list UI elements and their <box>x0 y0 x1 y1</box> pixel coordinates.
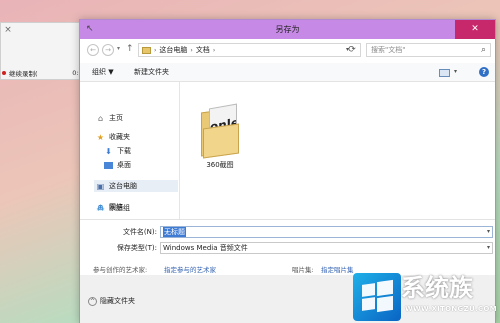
nav-item-label: 家庭组 <box>109 204 130 212</box>
list-item[interactable]: onler 360截图 <box>195 103 245 176</box>
search-icon[interactable]: ⌕ <box>481 45 486 55</box>
star-icon: ★ <box>96 132 105 142</box>
filetype-row: 保存类型(T): Windows Media 音频文件 ▾ <box>80 242 495 254</box>
filename-row: 文件名(N): 无标题 ▾ <box>80 226 495 238</box>
filename-field[interactable]: 无标题 ▾ <box>160 226 493 238</box>
help-icon[interactable]: ? <box>479 67 489 77</box>
site-watermark: 系统族 WWW.XITONGZU.COM <box>353 273 500 323</box>
organize-menu[interactable]: 组织 ▼ <box>92 63 114 82</box>
breadcrumb-this-pc[interactable]: 这台电脑 <box>159 45 187 55</box>
search-placeholder: 搜索"文档" <box>371 46 406 54</box>
up-button[interactable]: ↑ <box>126 44 134 54</box>
album-link[interactable]: 指定唱片集 <box>321 264 354 274</box>
record-dot-icon <box>2 71 6 75</box>
nav-item-label: 这台电脑 <box>109 182 137 190</box>
chevron-up-icon: ^ <box>88 296 97 306</box>
nav-item-this-pc[interactable]: ▣ 这台电脑 <box>94 180 178 192</box>
chevron-right-icon: › <box>154 46 157 54</box>
dialog-title: 另存为 <box>275 25 300 34</box>
nav-item-home[interactable]: ⌂ 主页 <box>96 112 123 124</box>
nav-item-label: 下载 <box>117 147 131 155</box>
filetype-label: 保存类型(T): <box>116 244 157 252</box>
back-button[interactable]: ← <box>87 44 99 56</box>
computer-icon: ▣ <box>96 181 105 191</box>
album-label: 唱片集: <box>292 266 314 274</box>
continue-recording-label: 继续录制( <box>9 70 38 78</box>
home-icon: ⌂ <box>97 113 104 123</box>
desktop-icon <box>104 161 113 169</box>
artist-link[interactable]: 指定参与的艺术家 <box>164 264 216 274</box>
title-bar[interactable]: ↖ 另存为 ✕ <box>80 20 495 39</box>
filetype-select[interactable]: Windows Media 音频文件 ▾ <box>160 242 493 254</box>
download-icon: ⬇ <box>105 146 112 156</box>
watermark-url: WWW.XITONGZU.COM <box>405 305 497 313</box>
file-name: 360截图 <box>206 161 234 169</box>
filename-value: 无标题 <box>163 227 186 237</box>
windows-logo-icon <box>353 273 401 321</box>
new-folder-button[interactable]: 新建文件夹 <box>134 63 169 82</box>
nav-item-favorites[interactable]: ★ 收藏夹 <box>96 131 130 143</box>
chevron-down-icon[interactable]: ▾ <box>487 243 490 253</box>
filetype-value: Windows Media 音频文件 <box>163 244 248 252</box>
folder-icon <box>142 46 151 54</box>
toolbar: 组织 ▼ 新建文件夹 ▾ ? <box>80 63 495 82</box>
address-row: ← → ▾ ↑ › 这台电脑 › 文档 › ▾ ⟳ 搜索"文档" ⌕ <box>80 39 495 61</box>
breadcrumb-documents[interactable]: 文档 <box>196 45 210 55</box>
nav-item-label: 桌面 <box>117 161 131 169</box>
file-list: onler 360截图 <box>180 82 495 219</box>
bg-close-icon[interactable]: × <box>1 23 15 37</box>
search-input[interactable]: 搜索"文档" ⌕ <box>366 43 491 57</box>
nav-item-label: 主页 <box>109 114 123 122</box>
recent-locations-dropdown[interactable]: ▾ <box>117 45 120 52</box>
save-form: 文件名(N): 无标题 ▾ 保存类型(T): Windows Media 音频文… <box>80 219 495 275</box>
view-options-icon[interactable] <box>439 69 450 77</box>
chevron-down-icon[interactable]: ▾ <box>487 227 490 237</box>
chevron-right-icon: › <box>190 46 193 54</box>
nav-item-label: 收藏夹 <box>109 133 130 141</box>
nav-item-downloads[interactable]: ⬇ 下载 <box>104 145 131 157</box>
artist-label: 参与创作的艺术家: <box>93 266 148 274</box>
hide-folders-button[interactable]: ^ 隐藏文件夹 <box>88 296 135 306</box>
homegroup-icon: ⁂ <box>96 203 105 213</box>
hide-folders-label: 隐藏文件夹 <box>100 297 135 305</box>
view-dropdown-icon[interactable]: ▾ <box>454 68 457 75</box>
nav-item-desktop[interactable]: 桌面 <box>104 159 131 171</box>
folder-icon: onler <box>199 103 241 159</box>
filename-label: 文件名(N): <box>122 228 157 236</box>
navigation-pane: ⌂ 主页 ★ 收藏夹 ⬇ 下载 桌面 ▣ 这台电脑 ⊕ 网络 <box>80 82 180 219</box>
nav-item-homegroup[interactable]: ⁂ 家庭组 <box>96 202 131 214</box>
address-bar[interactable]: › 这台电脑 › 文档 › <box>138 43 361 57</box>
watermark-text: 系统族 <box>401 274 473 302</box>
chevron-right-icon: › <box>212 46 216 54</box>
refresh-button[interactable]: ⟳ <box>345 43 359 57</box>
forward-button[interactable]: → <box>102 44 114 56</box>
close-button[interactable]: ✕ <box>455 20 495 39</box>
